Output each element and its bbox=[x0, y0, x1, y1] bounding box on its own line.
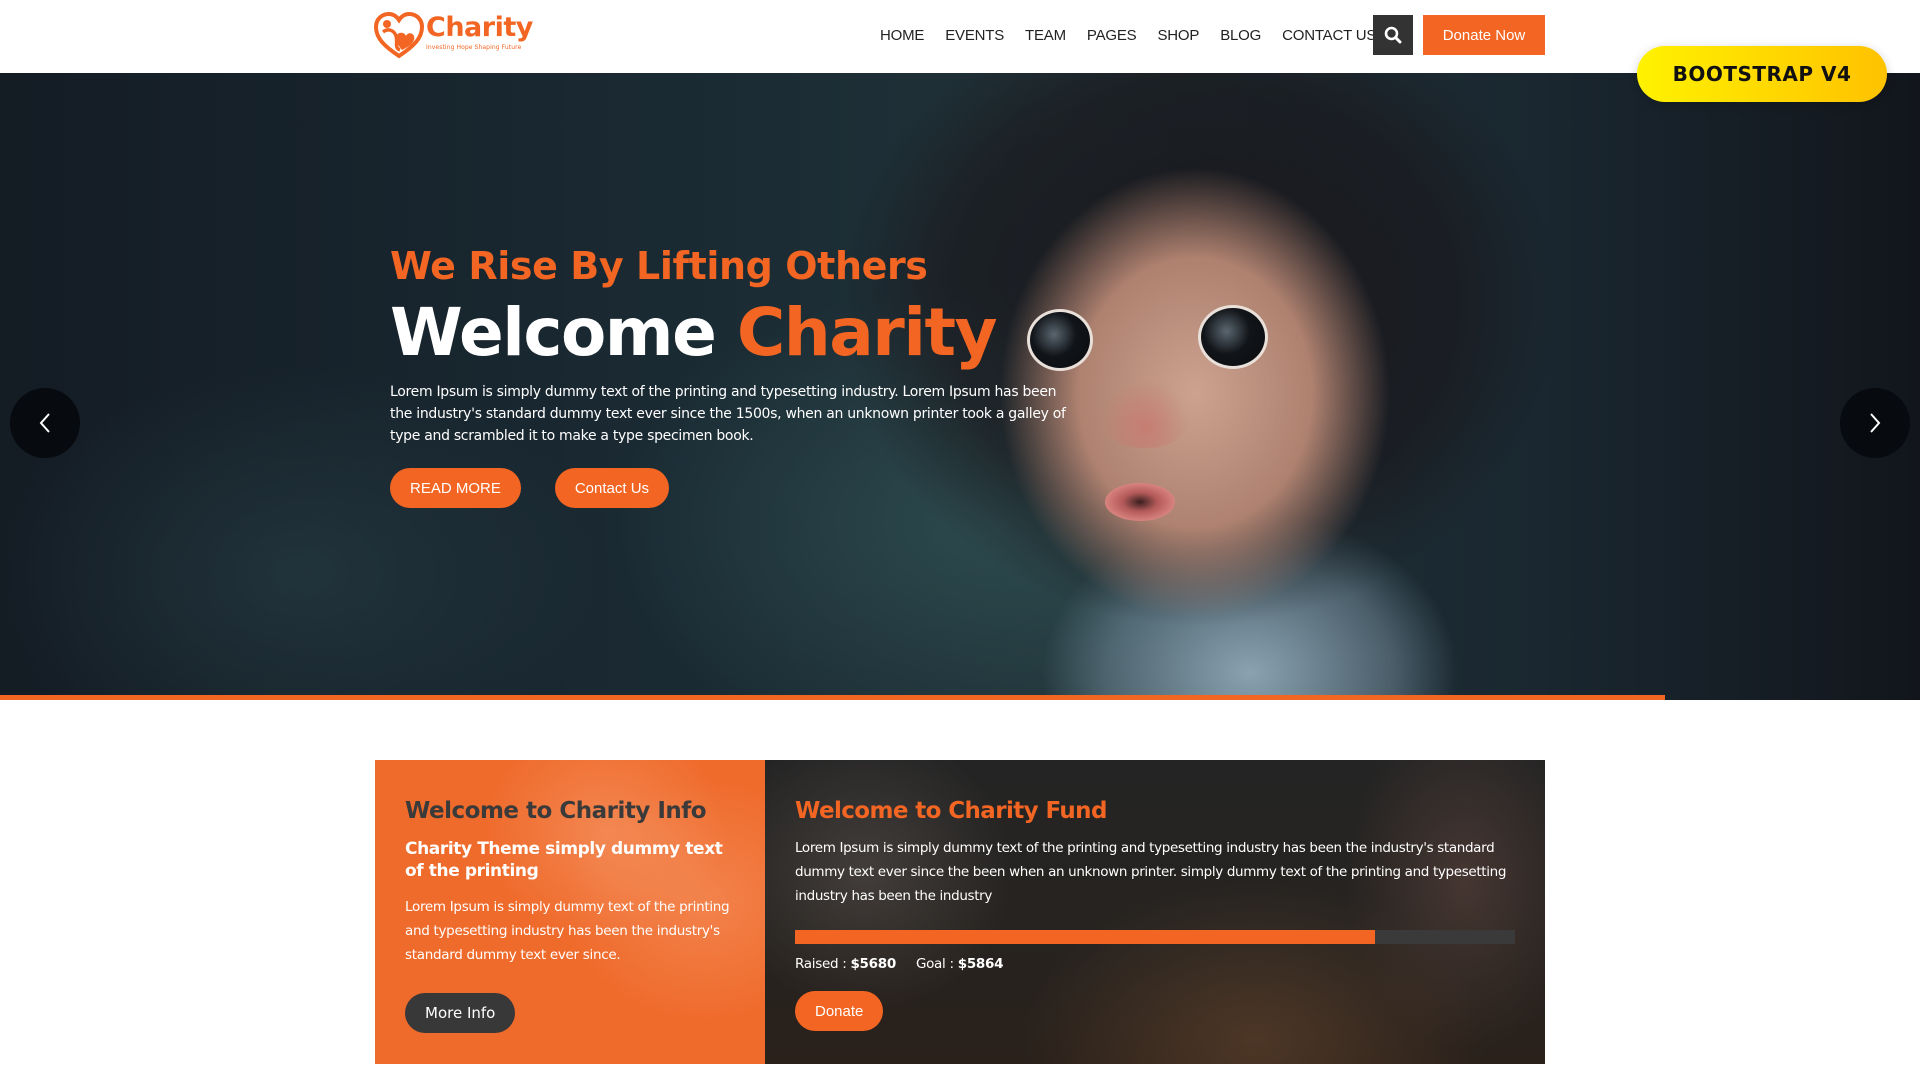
logo-name: Charity bbox=[426, 12, 533, 43]
nav-blog[interactable]: BLOG bbox=[1220, 27, 1261, 44]
hero-image-detail bbox=[1105, 483, 1175, 521]
read-more-button[interactable]: READ MORE bbox=[390, 468, 521, 508]
raised-value: $5680 bbox=[850, 956, 896, 972]
hero-image-detail bbox=[1100, 378, 1190, 448]
hero-image-detail bbox=[1198, 305, 1268, 369]
nav-contact-us[interactable]: CONTACT US bbox=[1282, 27, 1376, 44]
heart-hands-logo-icon bbox=[374, 12, 424, 59]
fund-progress-bar bbox=[795, 930, 1515, 944]
raised-stat: Raised : $5680 bbox=[795, 956, 896, 972]
nav-home[interactable]: HOME bbox=[880, 27, 924, 44]
info-title: Welcome to Charity Info bbox=[405, 798, 707, 824]
charity-info-card: Welcome to Charity Info Charity Theme si… bbox=[375, 760, 765, 1064]
hero-tagline: We Rise By Lifting Others bbox=[390, 244, 928, 288]
nav-pages[interactable]: PAGES bbox=[1087, 27, 1137, 44]
goal-label: Goal : bbox=[915, 956, 954, 972]
bootstrap-version-badge[interactable]: BOOTSTRAP V4 bbox=[1637, 46, 1887, 102]
hero-buttons: READ MORE Contact Us bbox=[390, 468, 1110, 508]
info-text: Lorem Ipsum is simply dummy text of the … bbox=[405, 899, 730, 963]
hero-title-plain: Welcome bbox=[390, 294, 717, 371]
charity-fund-panel: Welcome to Charity Fund Lorem Ipsum is s… bbox=[765, 760, 1545, 1064]
fund-text: Lorem Ipsum is simply dummy text of the … bbox=[795, 840, 1507, 904]
hero-title: Welcome Charity bbox=[390, 293, 1110, 373]
slider-progress-fill bbox=[0, 695, 1665, 700]
goal-stat: Goal : $5864 bbox=[915, 956, 1004, 972]
hero-content: We Rise By Lifting Others Welcome Charit… bbox=[390, 243, 1110, 508]
donate-now-button[interactable]: Donate Now bbox=[1423, 15, 1545, 55]
info-subtitle: Charity Theme simply dummy text of the p… bbox=[405, 839, 723, 881]
slider-next-button[interactable] bbox=[1840, 388, 1910, 458]
slider-progress bbox=[0, 695, 1920, 700]
nav-events[interactable]: EVENTS bbox=[945, 27, 1004, 44]
fund-progress-fill bbox=[795, 930, 1375, 944]
logo[interactable]: Charity Investing Hope Shaping Future bbox=[374, 12, 533, 60]
hero-title-accent: Charity bbox=[736, 294, 998, 371]
chevron-left-icon bbox=[39, 413, 50, 433]
hero-slider: We Rise By Lifting Others Welcome Charit… bbox=[0, 73, 1920, 700]
slider-prev-button[interactable] bbox=[10, 388, 80, 458]
chevron-right-icon bbox=[1870, 413, 1881, 433]
search-button[interactable] bbox=[1373, 15, 1413, 55]
site-header: Charity Investing Hope Shaping Future HO… bbox=[0, 0, 1920, 73]
donate-button[interactable]: Donate bbox=[795, 991, 884, 1031]
raised-label: Raised : bbox=[795, 956, 847, 972]
fund-title: Welcome to Charity Fund bbox=[795, 798, 1107, 824]
goal-value: $5864 bbox=[957, 956, 1004, 972]
hero-description: Lorem Ipsum is simply dummy text of the … bbox=[390, 384, 1066, 444]
logo-tagline: Investing Hope Shaping Future bbox=[426, 44, 522, 51]
main-nav: HOME EVENTS TEAM PAGES SHOP BLOG CONTACT… bbox=[880, 15, 1397, 55]
more-info-button[interactable]: More Info bbox=[405, 993, 516, 1033]
fund-stats: Raised : $5680 Goal : $5864 bbox=[795, 956, 1515, 972]
nav-team[interactable]: TEAM bbox=[1025, 27, 1066, 44]
search-icon bbox=[1384, 26, 1402, 44]
nav-shop[interactable]: SHOP bbox=[1157, 27, 1199, 44]
contact-us-button[interactable]: Contact Us bbox=[554, 468, 670, 508]
